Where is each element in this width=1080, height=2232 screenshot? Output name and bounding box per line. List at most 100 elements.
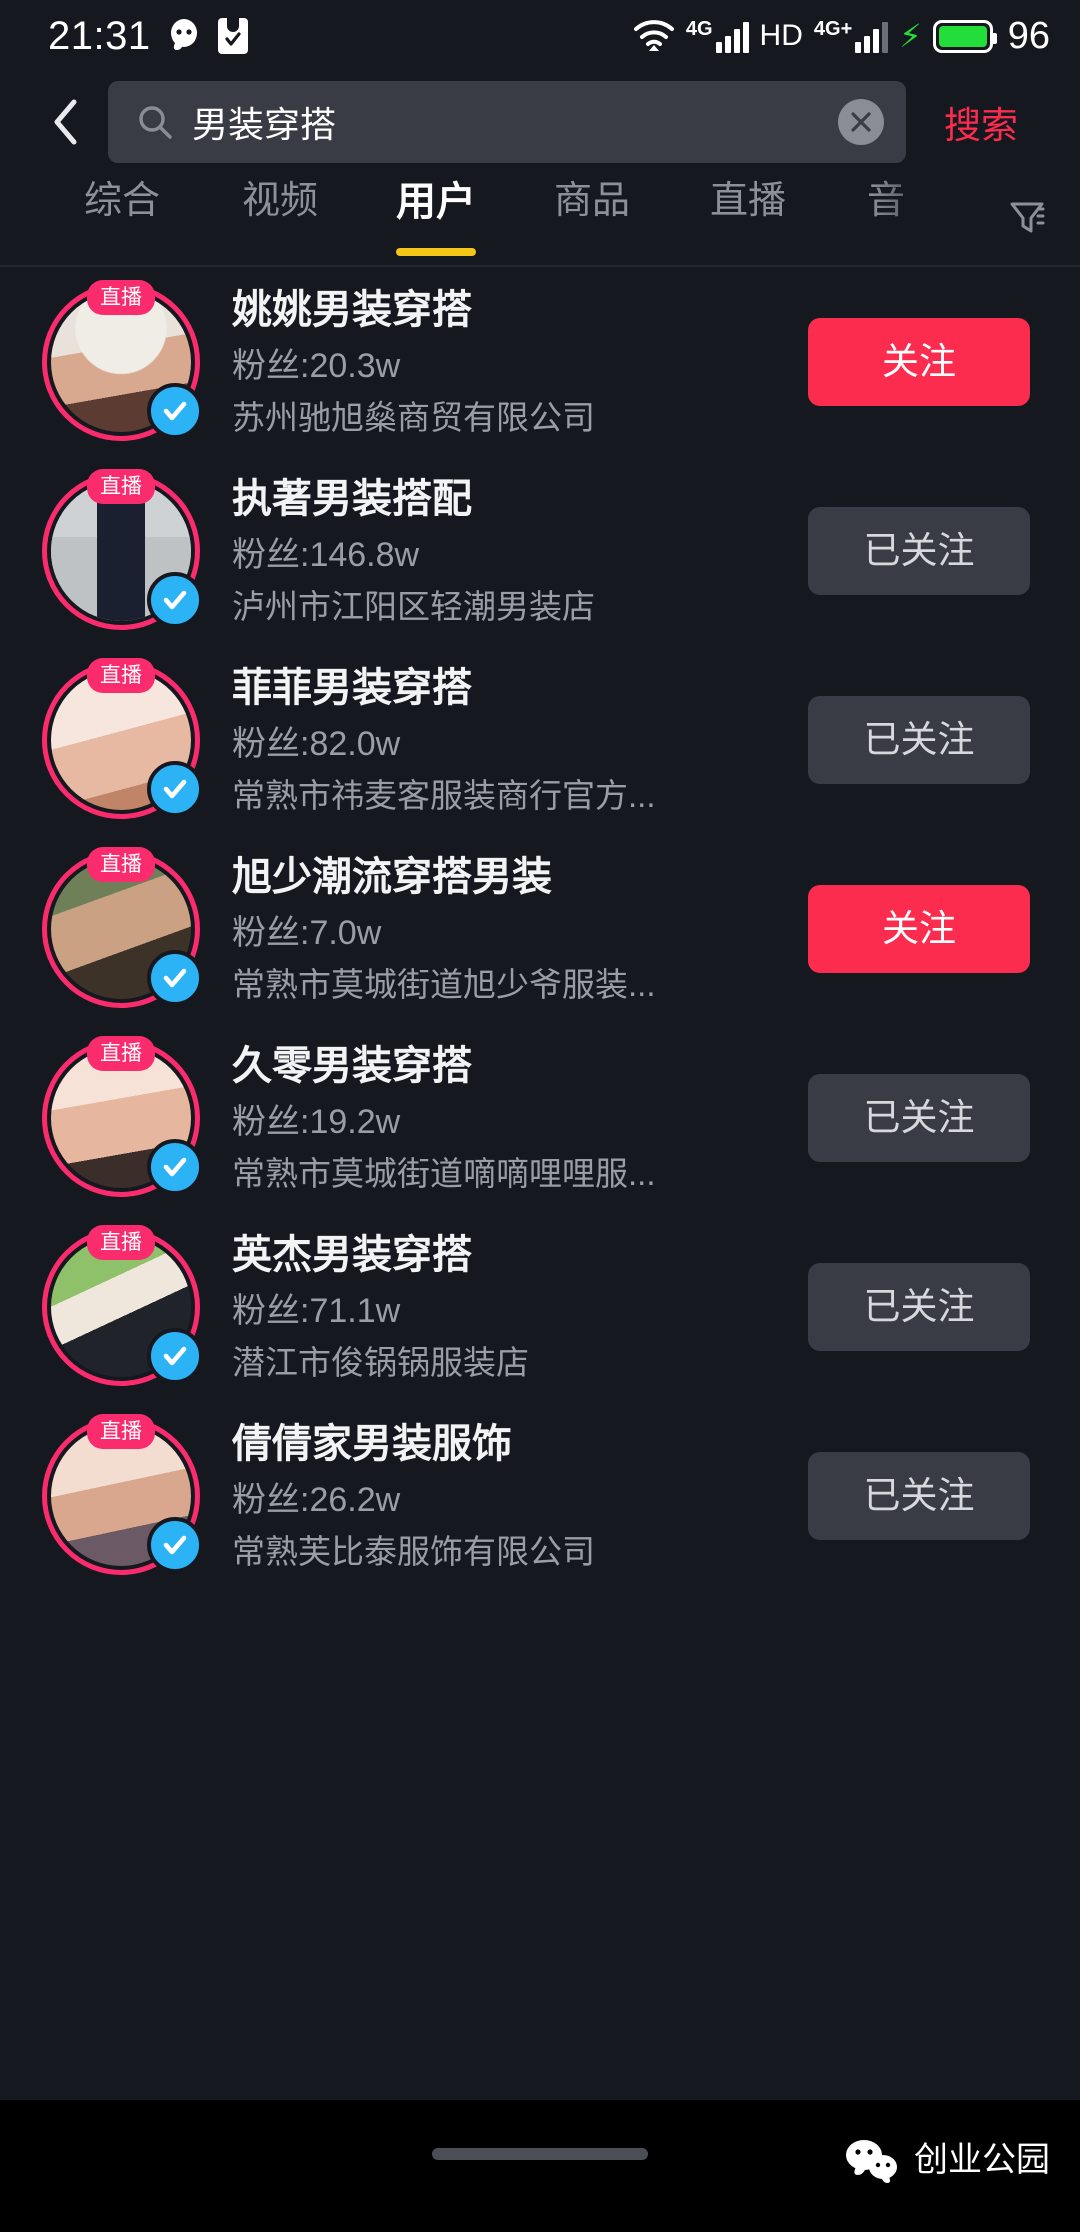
fan-count: 粉丝:146.8w [232,535,420,574]
verified-check-icon [147,760,203,817]
following-button[interactable]: 已关注 [808,1073,1030,1162]
status-bar-right: 4G HD 4G+ ⚡ 96 [633,15,1050,58]
watermark-text: 创业公园 [914,2141,1050,2179]
user-result-row[interactable]: 直播 倩倩家男装服饰粉丝:26.2w 常熟芙比泰服饰有限公司 已关注 [0,1401,1080,1590]
network-label-2: 4G+ [813,18,853,40]
following-button[interactable]: 已关注 [808,1451,1030,1540]
user-info: 菲菲男装穿搭粉丝:82.0w 常熟市祎麦客服装商行官方... [232,665,808,815]
back-button[interactable] [28,85,102,159]
tab-shipin[interactable]: 视频 [202,172,358,266]
tab-yinyue-partial[interactable]: 音 [826,172,946,266]
tab-yonghu[interactable]: 用户 [358,172,514,266]
user-result-row[interactable]: 直播 久零男装穿搭 粉丝:19.2w 常熟市莫城街道嘀嘀哩哩服... 已关注 [0,1023,1080,1212]
following-button[interactable]: 已关注 [808,506,1030,595]
verified-check-icon [147,1327,203,1384]
company-name: 常熟市祎麦客服装商行官方... [232,778,656,815]
avatar[interactable]: 直播 [42,657,203,819]
avatar[interactable]: 直播 [42,1224,203,1386]
tab-label: 用户 [396,180,476,224]
search-submit-button[interactable]: 搜索 [906,95,1056,149]
user-info: 执著男装搭配粉丝:146.8w 泸州市江阳区轻潮男装店 [232,476,808,626]
hd-voice-label: HD [759,19,803,52]
battery-percent: 96 [1007,14,1050,57]
company-name: 泸州市江阳区轻潮男装店 [232,589,595,626]
fan-count: 粉丝:71.1w [232,1291,401,1330]
wechat-icon [843,2136,901,2184]
user-result-row[interactable]: 直播 旭少潮流穿搭男装粉丝:7.0w 常熟市莫城街道旭少爷服装... 关注 [0,834,1080,1023]
tab-shangpin[interactable]: 商品 [514,172,670,266]
charging-bolt-icon: ⚡ [899,18,922,54]
follow-button[interactable]: 关注 [808,317,1030,406]
user-name: 执著男装搭配 [232,476,472,521]
avatar[interactable]: 直播 [42,846,203,1008]
user-result-row[interactable]: 直播 姚姚男装穿搭粉丝:20.3w 苏州驰旭燊商贸有限公司 关注 [0,267,1080,456]
bottom-bar: 创业公园 [0,2100,1080,2232]
battery-icon [932,19,997,53]
user-info: 姚姚男装穿搭粉丝:20.3w 苏州驰旭燊商贸有限公司 [232,287,808,437]
signal-4gplus-icon: 4G+ [813,18,889,53]
tab-label: 视频 [241,180,318,222]
live-badge: 直播 [87,1035,155,1071]
tab-zhibo[interactable]: 直播 [670,172,826,266]
tab-label: 音 [866,180,905,222]
company-name: 常熟市莫城街道嘀嘀哩哩服... [232,1156,656,1193]
search-input[interactable]: 男装穿搭 [108,81,906,163]
company-name: 潜江市俊锅锅服装店 [232,1345,529,1382]
company-name: 常熟市莫城街道旭少爷服装... [232,967,656,1004]
user-name: 姚姚男装穿搭 [232,287,472,332]
user-name: 旭少潮流穿搭男装 [232,854,552,899]
avatar[interactable]: 直播 [42,468,203,630]
tab-bar: 综合 视频 用户 商品 直播 音 [0,168,1080,266]
signal-4g-icon: 4G [686,19,749,53]
search-bar: 男装穿搭 搜索 [0,76,1080,168]
live-badge: 直播 [87,657,155,693]
wifi-icon [633,19,675,53]
verified-check-icon [147,949,203,1006]
live-badge: 直播 [87,1413,155,1449]
tab-label: 综合 [83,180,160,222]
avatar[interactable]: 直播 [42,279,203,441]
verified-check-icon [147,382,203,439]
fan-count: 粉丝:26.2w [232,1480,401,1519]
verified-check-icon [147,1138,203,1195]
filter-button[interactable] [996,186,1058,248]
avatar[interactable]: 直播 [42,1413,203,1575]
company-name: 苏州驰旭燊商贸有限公司 [232,400,595,437]
watermark: 创业公园 [843,2136,1050,2184]
search-query-text[interactable]: 男装穿搭 [192,96,838,148]
follow-button[interactable]: 关注 [808,884,1030,973]
user-info: 旭少潮流穿搭男装粉丝:7.0w 常熟市莫城街道旭少爷服装... [232,854,808,1004]
following-button[interactable]: 已关注 [808,695,1030,784]
live-badge: 直播 [87,846,155,882]
user-result-row[interactable]: 直播 菲菲男装穿搭粉丝:82.0w 常熟市祎麦客服装商行官方... 已关注 [0,645,1080,834]
tab-label: 直播 [709,180,786,222]
app-screen: 21:31 4G HD 4G+ ⚡ 96 男装穿搭 搜索 综合 视频 用户 商品… [0,0,1080,2232]
tab-zonghe[interactable]: 综合 [42,172,202,266]
user-info: 久零男装穿搭 粉丝:19.2w 常熟市莫城街道嘀嘀哩哩服... [232,1043,808,1193]
fan-count: 粉丝:82.0w [232,724,401,763]
live-badge: 直播 [87,468,155,504]
fan-count: 粉丝:20.3w [232,346,401,385]
avatar[interactable]: 直播 [42,1035,203,1197]
user-info: 倩倩家男装服饰粉丝:26.2w 常熟芙比泰服饰有限公司 [232,1421,808,1571]
note-check-icon [217,17,249,55]
user-info: 英杰男装穿搭粉丝:71.1w 潜江市俊锅锅服装店 [232,1232,808,1382]
fan-count: 粉丝:7.0w [232,913,382,952]
tab-indicator [396,248,476,256]
filter-icon [1007,197,1047,237]
home-indicator[interactable] [432,2148,648,2160]
status-bar: 21:31 4G HD 4G+ ⚡ 96 [0,0,1080,72]
company-name: 常熟芙比泰服饰有限公司 [232,1534,595,1571]
qq-icon [165,17,203,55]
clear-icon[interactable] [838,99,884,145]
user-result-list[interactable]: 直播 姚姚男装穿搭 粉丝:20.3w 苏州驰旭燊商贸有限公司 关注 直播 执著男装搭配 粉丝:… [0,267,1080,2100]
user-result-row[interactable]: 直播 英杰男装穿搭粉丝:71.1w 潜江市俊锅锅服装店 已关注 [0,1212,1080,1401]
user-name: 倩倩家男装服饰 [232,1421,512,1466]
following-button[interactable]: 已关注 [808,1262,1030,1351]
user-name: 菲菲男装穿搭 [232,665,472,710]
status-bar-left: 21:31 [48,14,249,59]
live-badge: 直播 [87,1224,155,1260]
verified-check-icon [147,1516,203,1573]
user-result-row[interactable]: 直播 执著男装搭配粉丝:146.8w 泸州市江阳区轻潮男装店 已关注 [0,456,1080,645]
user-name: 英杰男装穿搭 [232,1232,472,1277]
